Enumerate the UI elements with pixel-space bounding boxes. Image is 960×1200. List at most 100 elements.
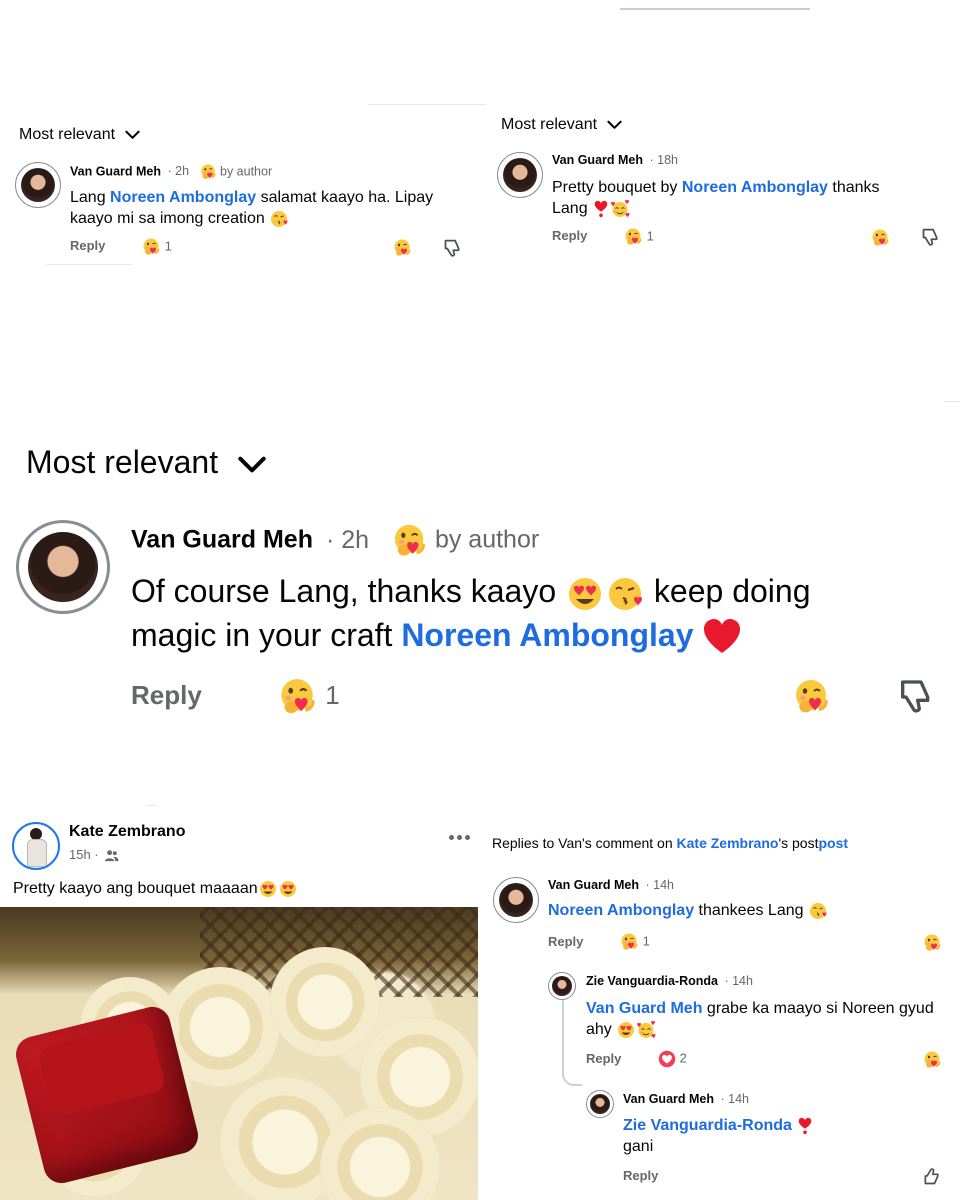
react-button[interactable] bbox=[392, 238, 412, 258]
author-badge: by author bbox=[220, 164, 273, 179]
face-blowing-kiss-icon bbox=[808, 901, 828, 921]
reply-button[interactable]: Reply bbox=[548, 934, 583, 949]
hug-emoji-icon bbox=[276, 676, 318, 718]
avatar[interactable] bbox=[493, 877, 539, 923]
thumbs-down-icon[interactable] bbox=[896, 677, 936, 717]
thumbs-down-icon[interactable] bbox=[920, 227, 941, 248]
reaction-summary[interactable]: 1 bbox=[276, 676, 340, 718]
thumbs-down-icon[interactable] bbox=[442, 238, 463, 259]
comment-author[interactable]: Van Guard Meh bbox=[623, 1092, 714, 1106]
comment-text: Noreen Ambonglay thankees Lang bbox=[548, 901, 828, 921]
face-blowing-kiss-icon bbox=[269, 209, 289, 229]
mention-link[interactable]: Van Guard Meh bbox=[586, 1000, 702, 1017]
thread-line bbox=[562, 1042, 582, 1086]
reaction-summary[interactable]: 2 bbox=[658, 1050, 687, 1068]
mention-link[interactable]: Zie Vanguardia-Ronda bbox=[623, 1117, 792, 1134]
post-link[interactable]: post bbox=[818, 835, 848, 851]
comment-text-part: Pretty bouquet by bbox=[552, 179, 682, 196]
sort-label: Most relevant bbox=[501, 116, 598, 133]
mention-link[interactable]: Noreen Ambonglay bbox=[548, 902, 694, 919]
post-author[interactable]: Kate Zembrano bbox=[69, 823, 185, 840]
avatar[interactable] bbox=[12, 822, 60, 870]
comment-time[interactable]: · 2h bbox=[167, 164, 189, 178]
reaction-count: 1 bbox=[646, 228, 654, 244]
more-dots-icon[interactable] bbox=[447, 827, 471, 845]
replies-header-part: 's post bbox=[778, 835, 819, 851]
comment-time[interactable]: · 18h bbox=[649, 153, 678, 167]
sort-dropdown[interactable]: Most relevant bbox=[26, 444, 267, 481]
avatar[interactable] bbox=[15, 162, 61, 208]
mention-link[interactable]: Noreen Ambonglay bbox=[110, 189, 256, 206]
avatar[interactable] bbox=[497, 152, 543, 198]
comment-author[interactable]: Van Guard Meh bbox=[131, 526, 313, 554]
post-owner-link[interactable]: Kate Zembrano bbox=[677, 835, 779, 851]
comment-text-part: Lang bbox=[70, 189, 111, 206]
hug-emoji-icon bbox=[390, 522, 428, 560]
hug-emoji-icon bbox=[199, 163, 217, 181]
red-heart-icon bbox=[702, 617, 742, 657]
divider bbox=[368, 104, 486, 105]
reaction-summary[interactable]: 1 bbox=[623, 227, 654, 247]
divider bbox=[944, 401, 960, 402]
reply-button[interactable]: Reply bbox=[552, 228, 587, 243]
reaction-summary[interactable]: 1 bbox=[619, 932, 650, 952]
replies-panel: Replies to Van's comment on Kate Zembran… bbox=[482, 820, 960, 1200]
sort-dropdown[interactable]: Most relevant bbox=[501, 116, 622, 134]
post-text-content: Pretty kaayo ang bouquet maaaan bbox=[13, 880, 258, 898]
reply-button[interactable]: Reply bbox=[623, 1168, 658, 1183]
reaction-count: 1 bbox=[164, 238, 172, 254]
smiling-face-with-hearts-icon bbox=[610, 199, 630, 219]
comment-time[interactable]: · 14h bbox=[720, 1092, 749, 1106]
reaction-count: 1 bbox=[642, 933, 650, 949]
comment-text-part: thanks bbox=[827, 179, 880, 196]
comment-text: Of course Lang, thanks kaayo keep doing … bbox=[131, 570, 811, 657]
smiling-face-with-hearts-icon bbox=[636, 1020, 656, 1040]
reaction-count: 2 bbox=[679, 1050, 687, 1066]
comment-author[interactable]: Van Guard Meh bbox=[70, 164, 161, 178]
reply-button[interactable]: Reply bbox=[70, 238, 105, 253]
post-text: Pretty kaayo ang bouquet maaaan bbox=[13, 879, 298, 899]
comment-author[interactable]: Van Guard Meh bbox=[552, 153, 643, 167]
comment-panel-2: Most relevant Van Guard Meh · 18h Pretty… bbox=[482, 100, 960, 260]
comment-panel-3: Most relevant Van Guard Meh · 2h by auth… bbox=[0, 420, 960, 740]
comment-text: Pretty bouquet by Noreen Ambonglay thank… bbox=[552, 177, 880, 219]
comment-author[interactable]: Van Guard Meh bbox=[548, 878, 639, 892]
comment-time[interactable]: · 14h bbox=[724, 974, 753, 988]
sort-label: Most relevant bbox=[19, 126, 116, 143]
sort-dropdown[interactable]: Most relevant bbox=[19, 126, 140, 144]
hug-emoji-icon bbox=[623, 227, 643, 247]
reaction-count: 1 bbox=[325, 679, 340, 710]
comment-text: Van Guard Meh grabe ka maayo si Noreen g… bbox=[586, 998, 934, 1040]
author-badge: by author bbox=[434, 525, 540, 554]
post-time[interactable]: 15h · bbox=[69, 847, 99, 862]
avatar[interactable] bbox=[586, 1090, 614, 1118]
avatar[interactable] bbox=[16, 520, 110, 614]
mention-link[interactable]: Noreen Ambonglay bbox=[682, 179, 828, 196]
reply-button[interactable]: Reply bbox=[586, 1051, 621, 1066]
react-button[interactable] bbox=[922, 933, 942, 953]
reply-button[interactable]: Reply bbox=[131, 680, 202, 710]
heart-eyes-icon bbox=[616, 1020, 636, 1040]
comment-time[interactable]: · 14h bbox=[645, 878, 674, 892]
heart-eyes-icon bbox=[278, 879, 298, 899]
hug-emoji-icon bbox=[141, 237, 161, 257]
comment-text-part: salamat kaayo ha. Lipay bbox=[256, 189, 434, 206]
thumbs-up-icon[interactable] bbox=[922, 1166, 942, 1186]
avatar[interactable] bbox=[548, 972, 576, 1000]
heart-eyes-icon bbox=[258, 879, 278, 899]
react-button[interactable] bbox=[870, 228, 890, 248]
comment-author[interactable]: Zie Vanguardia-Ronda bbox=[586, 974, 718, 988]
love-reaction-icon bbox=[658, 1050, 676, 1068]
comment-text-part: magic in your craft bbox=[131, 616, 402, 653]
comment-text-part: gani bbox=[623, 1138, 654, 1155]
reaction-summary[interactable]: 1 bbox=[141, 237, 172, 257]
replies-header-part: Replies to Van's comment on bbox=[492, 835, 677, 851]
chevron-down-icon bbox=[125, 130, 140, 140]
react-button[interactable] bbox=[922, 1050, 942, 1070]
react-button[interactable] bbox=[791, 677, 831, 717]
mention-link[interactable]: Noreen Ambonglay bbox=[401, 617, 693, 653]
comment-text-part: Lang bbox=[552, 200, 588, 217]
comment-time[interactable]: · 2h bbox=[326, 526, 369, 554]
photo-rose bbox=[270, 947, 380, 1057]
face-blowing-kiss-icon bbox=[605, 574, 645, 614]
